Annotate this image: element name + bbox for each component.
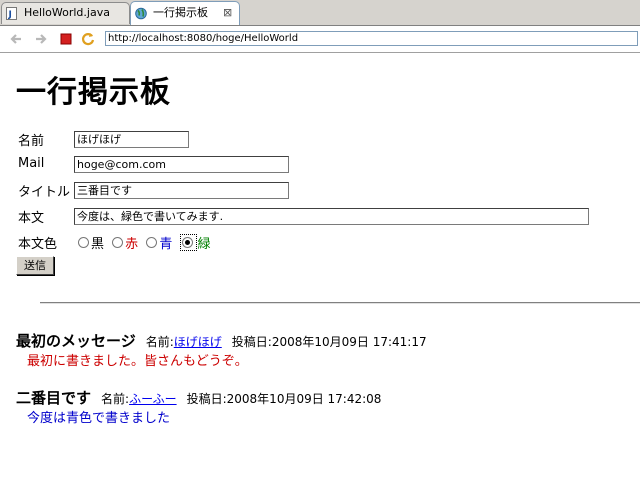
post-item: 最初のメッセージ 名前:ほげほげ 投稿日:2008年10月09日 17:41:17: [16, 330, 427, 351]
submit-button[interactable]: 送信: [16, 256, 54, 275]
post-title: 二番目です: [16, 389, 92, 407]
mail-input[interactable]: hoge@com.com: [74, 156, 289, 173]
post-body: 今度は青色で書きました: [27, 411, 171, 426]
radio-blue[interactable]: [146, 237, 158, 248]
tab-label: 一行掲示板: [153, 6, 208, 19]
radio-red[interactable]: [112, 237, 124, 248]
post-date: 2008年10月09日 17:42:08: [226, 392, 382, 406]
editor-tab-bar: J HelloWorld.java 一行掲示板 ⊠: [0, 0, 640, 26]
body-label: 本文: [18, 211, 45, 226]
forward-arrow-icon[interactable]: [33, 31, 49, 47]
refresh-icon[interactable]: [80, 31, 96, 47]
post-name-prefix: 名前:: [101, 392, 130, 406]
post-body: 最初に書きました。皆さんもどうぞ。: [27, 354, 248, 369]
tab-board-browser[interactable]: 一行掲示板 ⊠: [130, 1, 240, 25]
post-author-link[interactable]: ほげほげ: [174, 335, 222, 349]
post-date: 2008年10月09日 17:41:17: [271, 335, 427, 349]
post-date-prefix: 投稿日:: [186, 392, 227, 406]
tab-hello-world-java[interactable]: J HelloWorld.java: [1, 2, 130, 24]
color-label: 本文色: [18, 237, 58, 252]
radio-black[interactable]: [78, 237, 89, 248]
body-input[interactable]: 今度は、緑色で書いてみます.: [74, 208, 589, 225]
tab-label: HelloWorld.java: [24, 6, 110, 19]
post-item: 二番目です 名前:ふーふー 投稿日:2008年10月09日 17:42:08: [16, 387, 381, 408]
mail-label: Mail: [18, 156, 45, 171]
radio-red-label: 赤: [125, 237, 139, 252]
radio-green-focus[interactable]: [180, 234, 198, 251]
divider: [40, 302, 640, 304]
name-label: 名前: [18, 134, 45, 149]
page-title: 一行掲示板: [16, 75, 171, 110]
globe-icon: [135, 7, 147, 20]
close-tab-icon[interactable]: ⊠: [223, 3, 232, 23]
radio-green-label: 緑: [197, 237, 211, 252]
color-radio-group: 黒 赤 青 緑: [78, 233, 214, 252]
title-input[interactable]: 三番目です: [74, 182, 289, 199]
post-date-prefix: 投稿日:: [231, 335, 272, 349]
address-bar-input[interactable]: http://localhost:8080/hoge/HelloWorld: [105, 31, 638, 46]
title-label: タイトル: [18, 185, 71, 200]
radio-black-label: 黒: [91, 237, 105, 252]
radio-green[interactable]: [182, 237, 194, 248]
back-arrow-icon[interactable]: [8, 31, 24, 47]
post-name-prefix: 名前:: [145, 335, 174, 349]
svg-text:J: J: [8, 10, 12, 20]
radio-blue-label: 青: [159, 237, 173, 252]
post-title: 最初のメッセージ: [16, 332, 136, 350]
post-author-link[interactable]: ふーふー: [129, 392, 177, 406]
stop-icon[interactable]: [58, 31, 74, 47]
browser-page: 一行掲示板 名前 ほげほげ Mail hoge@com.com タイトル 三番目…: [0, 53, 640, 480]
java-file-icon: J: [6, 7, 17, 20]
name-input[interactable]: ほげほげ: [74, 131, 189, 148]
